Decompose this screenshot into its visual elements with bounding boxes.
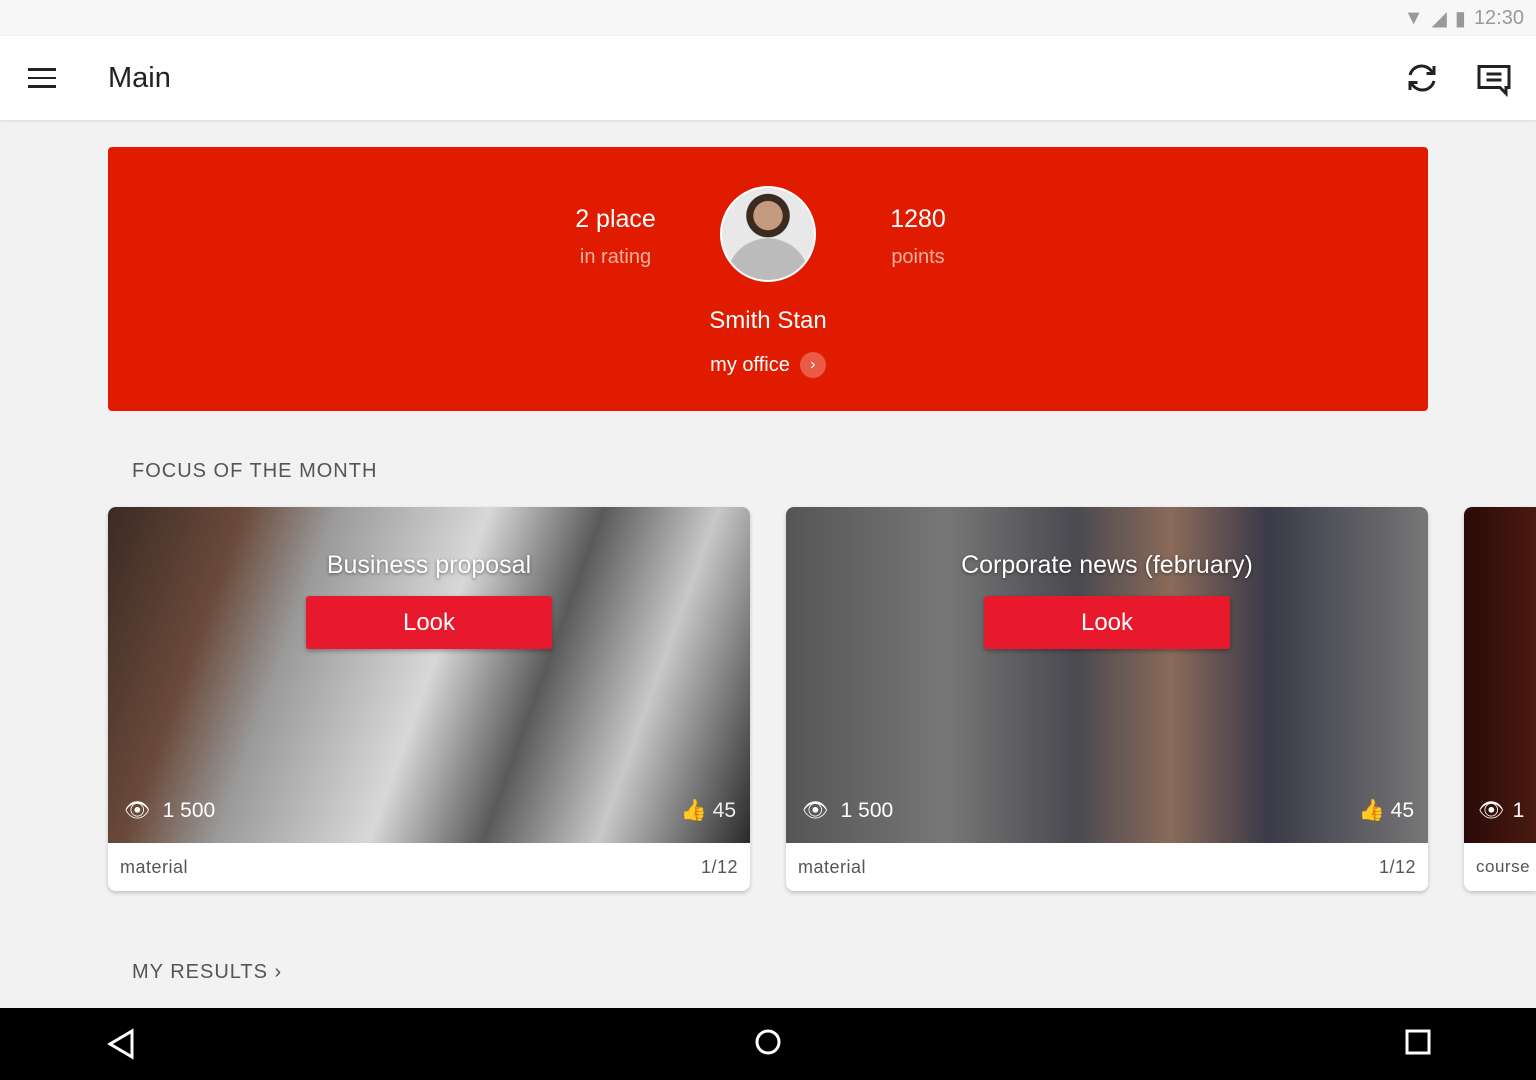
refresh-icon[interactable] <box>1404 60 1440 96</box>
wifi-icon: ▼ <box>1403 6 1424 29</box>
eye-icon: 👁 <box>1478 799 1505 822</box>
home-icon[interactable] <box>754 1028 782 1061</box>
points-label: points <box>891 246 945 268</box>
message-icon[interactable] <box>1476 62 1512 98</box>
thumbs-up-icon: 👍 <box>1358 799 1385 822</box>
views-count: 👁 1 500 <box>802 799 893 823</box>
card-title: Corporate news (february) <box>961 551 1253 579</box>
eye-icon: 👁 <box>124 799 151 822</box>
points-stat: 1280 points <box>853 205 983 269</box>
menu-icon[interactable] <box>28 68 56 94</box>
views-value: 1 500 <box>840 799 894 822</box>
page-title: Main <box>108 61 171 94</box>
look-button[interactable]: Look <box>306 596 552 649</box>
signal-icon: ◢ <box>1431 7 1447 30</box>
card-corporate-news[interactable]: Corporate news (february) Look 👁 1 500 👍 … <box>786 507 1428 891</box>
views-value: 1 500 <box>162 799 216 822</box>
card-footer: material 1/12 <box>786 843 1428 891</box>
chevron-right-icon: › <box>274 961 283 983</box>
app-bar: Main <box>0 36 1536 120</box>
my-results-label: MY RESULTS <box>132 961 268 983</box>
likes-value: 45 <box>712 799 736 822</box>
card-page: 1/12 <box>700 856 738 877</box>
card-title: Business proposal <box>326 551 532 579</box>
user-name: Smith Stan <box>709 307 827 334</box>
look-button[interactable]: Look <box>984 596 1230 649</box>
thumbs-up-icon: 👍 <box>680 799 707 822</box>
system-nav-bar <box>0 1008 1536 1080</box>
recents-icon[interactable] <box>1404 1028 1432 1061</box>
card-image <box>1464 507 1536 843</box>
views-value: 1 <box>1512 799 1525 822</box>
card-type: course <box>1476 857 1531 876</box>
rating-place: 2 place <box>575 205 656 233</box>
likes-count: 👍 45 <box>681 799 736 823</box>
card-footer: course <box>1464 843 1536 891</box>
rating-label: in rating <box>579 246 652 268</box>
clock: 12:30 <box>1473 6 1524 29</box>
my-office-link[interactable]: my office › <box>108 352 1428 378</box>
my-office-label: my office <box>710 353 790 376</box>
card-footer: material 1/12 <box>108 843 750 891</box>
card-business-proposal[interactable]: Business proposal Look 👁 1 500 👍 45 mater… <box>108 507 750 891</box>
likes-count: 👍 45 <box>1359 799 1414 823</box>
rating-stat: 2 place in rating <box>548 205 683 269</box>
views-count: 👁 1 <box>1478 799 1524 823</box>
views-count: 👁 1 500 <box>124 799 215 823</box>
points-value: 1280 <box>890 205 946 233</box>
section-my-results[interactable]: MY RESULTS › <box>132 961 282 984</box>
likes-value: 45 <box>1390 799 1414 822</box>
card-type: material <box>798 856 867 877</box>
battery-icon: ▮ <box>1454 7 1466 30</box>
chevron-right-icon: › <box>799 352 826 378</box>
card-course[interactable]: 👁 1 course <box>1464 507 1536 891</box>
card-page: 1/12 <box>1378 856 1416 877</box>
back-icon[interactable] <box>106 1028 136 1065</box>
eye-icon: 👁 <box>802 799 829 822</box>
card-type: material <box>120 856 189 877</box>
status-bar: ▼ ◢ ▮ 12:30 <box>0 0 1536 36</box>
avatar <box>720 186 816 282</box>
profile-banner: 2 place in rating 1280 points Smith Stan… <box>108 147 1428 411</box>
section-focus: FOCUS OF THE MONTH <box>132 460 378 482</box>
